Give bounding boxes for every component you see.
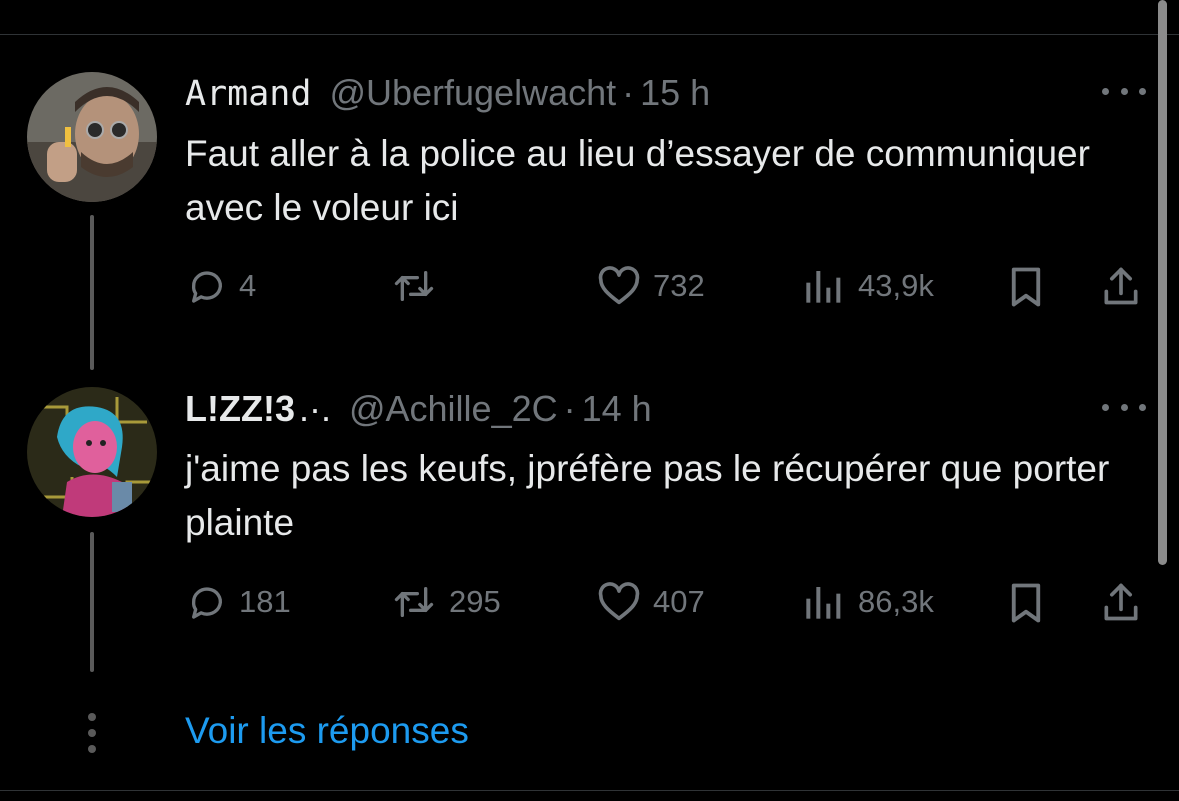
- scrollbar[interactable]: [1158, 0, 1167, 565]
- like-button[interactable]: 407: [597, 582, 705, 622]
- views-count: 43,9k: [858, 268, 934, 303]
- thread-continuation-dots: [87, 713, 97, 753]
- retweet-icon: [394, 271, 434, 301]
- reply-icon: [191, 587, 222, 619]
- tweet-text: Faut aller à la police au lieu d’essayer…: [185, 133, 1090, 228]
- reply-button[interactable]: 4: [187, 266, 256, 306]
- like-icon: [598, 582, 640, 621]
- separator-dot: ·: [563, 388, 576, 429]
- retweet-icon: [394, 587, 434, 617]
- views-count: 86,3k: [858, 584, 934, 619]
- avatar[interactable]: [27, 387, 157, 517]
- timestamp[interactable]: 14 h: [582, 388, 652, 430]
- views-button[interactable]: 86,3k: [800, 582, 934, 622]
- show-replies-link[interactable]: Voir les réponses: [185, 710, 469, 752]
- thread-line: [90, 532, 94, 672]
- views-icon: [806, 271, 841, 303]
- bookmark-icon: [1011, 267, 1041, 307]
- bottom-divider: [0, 790, 1179, 791]
- views-button[interactable]: 43,9k: [800, 266, 934, 306]
- user-handle[interactable]: @Uberfugelwacht: [329, 72, 616, 114]
- retweet-count: 295: [449, 584, 501, 619]
- like-count: 407: [653, 584, 705, 619]
- retweet-button[interactable]: [391, 266, 449, 306]
- display-name[interactable]: Armand: [185, 74, 311, 114]
- avatar[interactable]: [27, 72, 157, 202]
- share-button[interactable]: [1099, 580, 1143, 624]
- thread-line: [90, 215, 94, 370]
- share-button[interactable]: [1099, 264, 1143, 308]
- display-name-suffix: .·.: [298, 388, 331, 429]
- more-icon[interactable]: [1102, 397, 1146, 417]
- share-icon: [1104, 583, 1138, 621]
- tweet-header: Armand @Uberfugelwacht · 15 h: [185, 72, 710, 114]
- more-icon[interactable]: [1102, 81, 1146, 101]
- bookmark-button[interactable]: [1007, 582, 1045, 624]
- bookmark-button[interactable]: [1007, 266, 1045, 308]
- like-count: 732: [653, 268, 705, 303]
- user-handle[interactable]: @Achille_2C: [349, 388, 558, 430]
- tweet-text: j'aime pas les keufs, jpréfère pas le ré…: [185, 448, 1110, 543]
- like-button[interactable]: 732: [597, 266, 705, 306]
- reply-count: 4: [239, 268, 257, 303]
- separator-dot: ·: [622, 72, 635, 113]
- reply-icon: [191, 271, 222, 303]
- share-icon: [1104, 267, 1138, 305]
- display-name[interactable]: L!ZZ!3: [185, 388, 295, 430]
- reply-count: 181: [239, 584, 291, 619]
- views-icon: [806, 587, 841, 619]
- reply-button[interactable]: 181: [187, 582, 291, 622]
- retweet-button[interactable]: 295: [391, 582, 501, 622]
- tweet-header: L!ZZ!3 .·. @Achille_2C · 14 h: [185, 388, 652, 430]
- bookmark-icon: [1011, 583, 1041, 623]
- top-divider: [0, 34, 1179, 35]
- timestamp[interactable]: 15 h: [640, 72, 710, 114]
- like-icon: [598, 266, 640, 305]
